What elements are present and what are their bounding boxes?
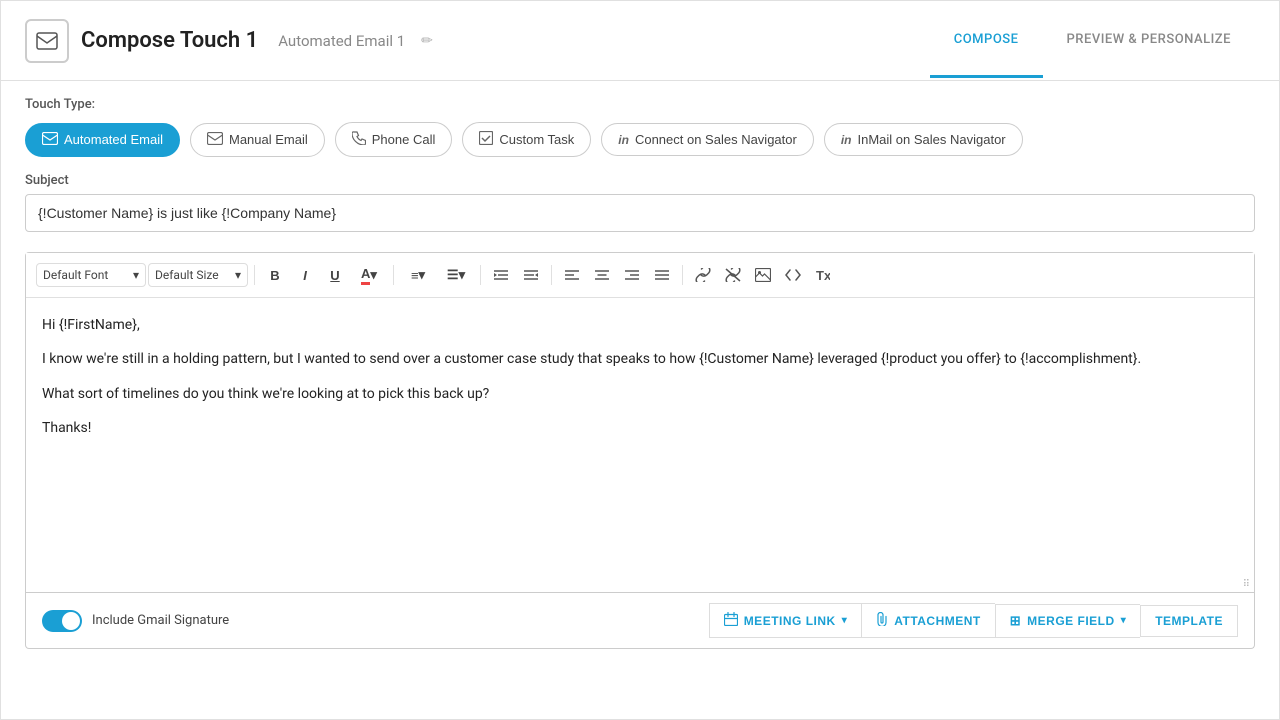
align-left-button[interactable] bbox=[558, 261, 586, 289]
toolbar-divider-4 bbox=[551, 265, 552, 285]
unlink-button[interactable] bbox=[719, 261, 747, 289]
font-size-label: Default Size bbox=[155, 268, 219, 282]
gmail-sig-label: Include Gmail Signature bbox=[92, 613, 229, 628]
subject-label: Subject bbox=[25, 173, 1255, 188]
resize-handle[interactable]: ⠿ bbox=[26, 578, 1254, 592]
toolbar-divider-1 bbox=[254, 265, 255, 285]
editor-outer: Default Font ▾ Default Size ▾ B I U A▾ ≡… bbox=[25, 252, 1255, 593]
toolbar-divider-3 bbox=[480, 265, 481, 285]
align-center-button[interactable] bbox=[588, 261, 616, 289]
page-title: Compose Touch 1 bbox=[81, 28, 258, 53]
editor-body[interactable]: Hi {!FirstName}, I know we're still in a… bbox=[26, 298, 1254, 578]
merge-field-chevron: ▾ bbox=[1121, 615, 1127, 626]
inmail-sales-nav-label: InMail on Sales Navigator bbox=[858, 132, 1006, 147]
touch-type-section: Touch Type: Automated Email Manual Email… bbox=[1, 81, 1279, 173]
editor-line-3: What sort of timelines do you think we'r… bbox=[42, 383, 1238, 405]
font-color-icon: A bbox=[361, 266, 370, 285]
header-left: Compose Touch 1 Automated Email 1 ✏ bbox=[25, 19, 433, 63]
gmail-sig-container: Include Gmail Signature bbox=[42, 610, 229, 632]
phone-icon bbox=[352, 131, 366, 148]
meeting-link-button[interactable]: MEETING LINK ▾ bbox=[709, 603, 862, 638]
task-icon bbox=[479, 131, 493, 148]
indent-left-icon bbox=[494, 269, 508, 281]
subject-input[interactable] bbox=[25, 194, 1255, 232]
editor-line-4: Thanks! bbox=[42, 417, 1238, 439]
font-family-chevron: ▾ bbox=[133, 268, 139, 282]
merge-field-button[interactable]: ⊞ MERGE FIELD ▾ bbox=[995, 604, 1140, 638]
btn-phone-call[interactable]: Phone Call bbox=[335, 122, 453, 157]
subject-section: Subject bbox=[1, 173, 1279, 242]
header: Compose Touch 1 Automated Email 1 ✏ COMP… bbox=[1, 1, 1279, 81]
ol-icon: ≡ bbox=[411, 268, 419, 283]
underline-button[interactable]: U bbox=[321, 261, 349, 289]
touch-type-row: Automated Email Manual Email Phone Call … bbox=[25, 122, 1255, 157]
font-color-button[interactable]: A▾ bbox=[351, 261, 387, 289]
code-button[interactable] bbox=[779, 261, 807, 289]
meeting-link-icon bbox=[724, 612, 738, 629]
tab-preview[interactable]: PREVIEW & PERSONALIZE bbox=[1043, 4, 1255, 78]
phone-call-label: Phone Call bbox=[372, 132, 436, 147]
clear-format-button[interactable]: Tx bbox=[809, 261, 837, 289]
linkedin-connect-icon: in bbox=[618, 133, 629, 147]
svg-text:Tx: Tx bbox=[816, 268, 830, 282]
indent-right-button[interactable] bbox=[517, 261, 545, 289]
connect-sales-nav-label: Connect on Sales Navigator bbox=[635, 132, 797, 147]
editor-line-1: Hi {!FirstName}, bbox=[42, 314, 1238, 336]
btn-connect-sales-nav[interactable]: in Connect on Sales Navigator bbox=[601, 123, 814, 156]
btn-automated-email[interactable]: Automated Email bbox=[25, 123, 180, 157]
ul-icon: ☰ bbox=[447, 267, 459, 283]
compose-icon bbox=[25, 19, 69, 63]
attachment-button[interactable]: ATTACHMENT bbox=[861, 603, 995, 638]
linkedin-inmail-icon: in bbox=[841, 133, 852, 147]
toolbar-divider-5 bbox=[682, 265, 683, 285]
btn-custom-task[interactable]: Custom Task bbox=[462, 122, 591, 157]
btn-inmail-sales-nav[interactable]: in InMail on Sales Navigator bbox=[824, 123, 1023, 156]
toolbar-divider-2 bbox=[393, 265, 394, 285]
tab-compose[interactable]: COMPOSE bbox=[930, 4, 1043, 78]
bottom-bar: Include Gmail Signature MEETING LINK ▾ A… bbox=[25, 593, 1255, 649]
manual-email-label: Manual Email bbox=[229, 132, 308, 147]
image-button[interactable] bbox=[749, 261, 777, 289]
automated-email-label: Automated Email bbox=[64, 132, 163, 147]
font-family-label: Default Font bbox=[43, 268, 108, 282]
attachment-icon bbox=[876, 612, 888, 629]
custom-task-label: Custom Task bbox=[499, 132, 574, 147]
justify-button[interactable] bbox=[648, 261, 676, 289]
bold-button[interactable]: B bbox=[261, 261, 289, 289]
manual-email-icon bbox=[207, 132, 223, 148]
indent-left-button[interactable] bbox=[487, 261, 515, 289]
ordered-list-button[interactable]: ≡▾ bbox=[400, 261, 436, 289]
resize-dots: ⠿ bbox=[1243, 580, 1250, 590]
merge-field-label: MERGE FIELD bbox=[1027, 614, 1115, 628]
automated-email-icon bbox=[42, 132, 58, 148]
font-size-chevron: ▾ bbox=[235, 268, 241, 282]
merge-field-icon: ⊞ bbox=[1010, 613, 1021, 629]
align-right-button[interactable] bbox=[618, 261, 646, 289]
template-button[interactable]: TEMPLATE bbox=[1140, 605, 1238, 637]
unordered-list-button[interactable]: ☰▾ bbox=[438, 261, 474, 289]
font-size-select[interactable]: Default Size ▾ bbox=[148, 263, 248, 287]
header-subtitle: Automated Email 1 bbox=[278, 32, 405, 50]
editor-line-2: I know we're still in a holding pattern,… bbox=[42, 348, 1238, 370]
touch-type-label: Touch Type: bbox=[25, 97, 1255, 112]
italic-button[interactable]: I bbox=[291, 261, 319, 289]
btn-manual-email[interactable]: Manual Email bbox=[190, 123, 325, 157]
gmail-sig-toggle[interactable] bbox=[42, 610, 82, 632]
indent-right-icon bbox=[524, 269, 538, 281]
toggle-knob bbox=[62, 612, 80, 630]
meeting-link-chevron: ▾ bbox=[842, 615, 848, 626]
font-family-select[interactable]: Default Font ▾ bbox=[36, 263, 146, 287]
edit-icon[interactable]: ✏ bbox=[421, 33, 433, 49]
editor-toolbar: Default Font ▾ Default Size ▾ B I U A▾ ≡… bbox=[26, 253, 1254, 298]
meeting-link-label: MEETING LINK bbox=[744, 614, 836, 628]
link-button[interactable] bbox=[689, 261, 717, 289]
bottom-actions: MEETING LINK ▾ ATTACHMENT ⊞ MERGE FIELD … bbox=[709, 603, 1238, 638]
header-nav: COMPOSE PREVIEW & PERSONALIZE bbox=[930, 4, 1255, 78]
attachment-label: ATTACHMENT bbox=[894, 614, 981, 628]
template-label: TEMPLATE bbox=[1155, 614, 1223, 628]
